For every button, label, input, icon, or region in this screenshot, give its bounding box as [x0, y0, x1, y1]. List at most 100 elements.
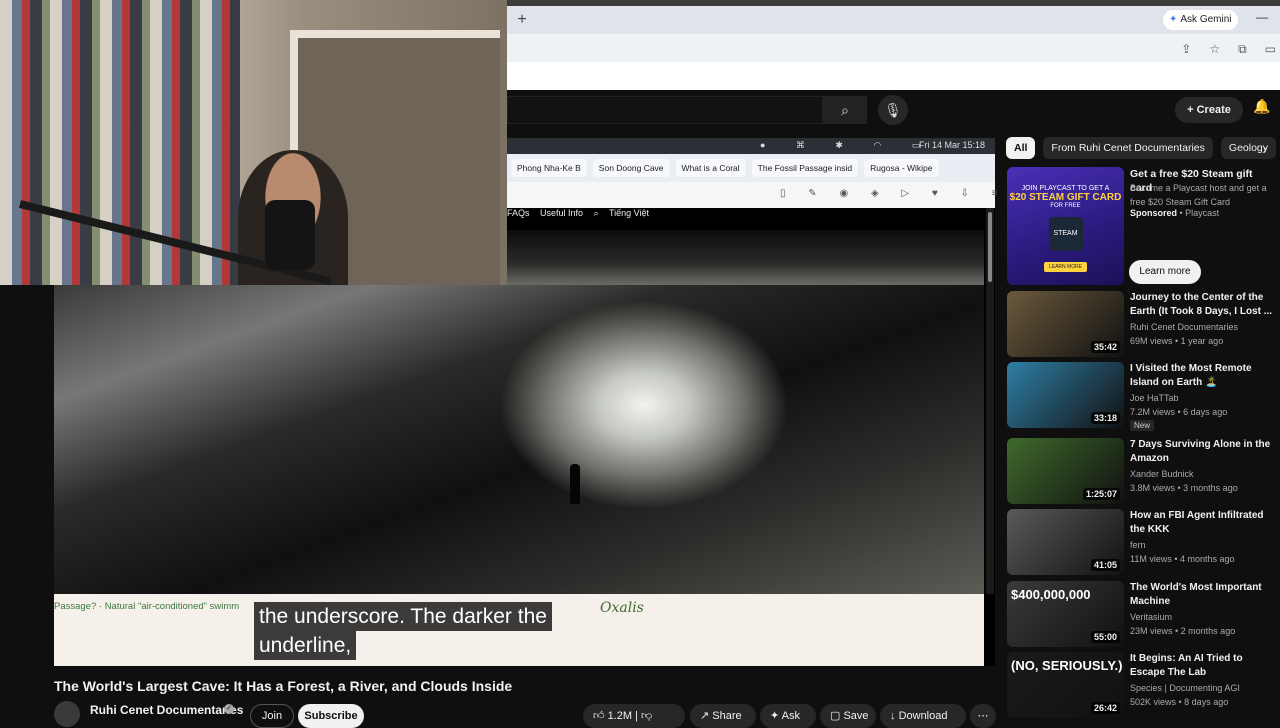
recommendation-title[interactable]: The World's Most Important Machine	[1130, 581, 1275, 609]
video-thumbnail[interactable]: 35:42	[1007, 291, 1124, 357]
oxalis-logo: Oxalis	[600, 600, 644, 616]
video-thumbnail[interactable]: 1:25:07	[1007, 438, 1124, 504]
steam-logo: STEAM	[1048, 217, 1083, 251]
recorded-tab: What is a Coral	[675, 159, 746, 177]
subscribe-button[interactable]: Subscribe	[298, 704, 364, 728]
recorded-nav-link: Tiếng Việt	[608, 208, 649, 218]
search-input[interactable]	[507, 96, 823, 124]
chip-geology[interactable]: Geology	[1220, 137, 1277, 159]
learn-more-button[interactable]: Learn more	[1129, 260, 1201, 284]
recorded-tab: The Fossil Passage insid	[751, 159, 859, 177]
bookmarks-bar	[507, 62, 1280, 90]
webcam-overlay	[0, 0, 507, 285]
person-silhouette	[570, 464, 580, 504]
side-panel-icon[interactable]: ▭	[1265, 42, 1276, 57]
create-label: Create	[1196, 104, 1231, 116]
recorded-nav-link: FAQs	[507, 208, 530, 218]
recommendation-meta: 11M views • 4 months ago	[1130, 554, 1235, 564]
video-captions: the underscore. The darker the underline…	[254, 602, 584, 660]
like-dislike-button[interactable]: 👍︎ 1.2M | 👎︎	[583, 704, 685, 728]
clothes-rack	[0, 0, 240, 285]
channel-avatar[interactable]	[54, 701, 80, 727]
extensions-icon[interactable]: ⧉	[1238, 42, 1247, 57]
caption-line: underline,	[254, 631, 357, 660]
thumbnail-text: $400,000,000	[1011, 587, 1091, 602]
channel-name[interactable]: Ruhi Cenet Documentaries	[90, 703, 243, 717]
video-thumbnail[interactable]: $400,000,000 55:00	[1007, 581, 1124, 647]
ad-thumb-text: FOR FREE	[1050, 203, 1081, 209]
thumbs-up-icon: 👍︎	[593, 710, 608, 722]
video-duration: 41:05	[1090, 559, 1120, 571]
ad-thumbnail[interactable]: JOIN PLAYCAST TO GET A $20 STEAM GIFT CA…	[1007, 167, 1124, 285]
recommendation-channel[interactable]: Species | Documenting AGI	[1130, 681, 1240, 695]
sponsored-label: Sponsored	[1130, 208, 1178, 218]
sparkle-icon: ✦	[1169, 14, 1178, 25]
video-duration: 26:42	[1090, 702, 1120, 714]
thumbnail-text: (NO, SERIOUSLY.)	[1011, 658, 1123, 673]
ask-button[interactable]: ✦ Ask	[760, 704, 816, 728]
join-button[interactable]: Join	[250, 704, 294, 728]
address-bar-actions: ⇪ ☆ ⧉ ▭	[1181, 42, 1276, 57]
recorded-nav-link: Useful Info	[540, 208, 584, 218]
verified-icon: ✓	[224, 704, 234, 714]
recommendation-title[interactable]: 7 Days Surviving Alone in the Amazon	[1130, 438, 1275, 466]
recommendation-channel[interactable]: Veritasium	[1130, 610, 1172, 624]
ask-gemini-button[interactable]: ✦ Ask Gemini	[1163, 10, 1238, 30]
video-title: The World's Largest Cave: It Has a Fores…	[54, 678, 513, 694]
chevron-right-icon[interactable]: ›	[1263, 142, 1267, 156]
ad-thumb-cta: LEARN MORE	[1043, 262, 1088, 272]
recommendation-title[interactable]: It Begins: An AI Tried to Escape The Lab	[1130, 652, 1275, 680]
minimize-button[interactable]: —	[1256, 10, 1268, 24]
ad-sponsored-line: Sponsored • Playcast	[1130, 208, 1220, 218]
new-tab-button[interactable]: +	[512, 10, 532, 30]
download-icon: ↓	[890, 710, 899, 722]
save-button[interactable]: ▢ Save	[820, 704, 876, 728]
download-button[interactable]: ↓ Download	[880, 704, 966, 728]
video-duration: 33:18	[1090, 412, 1120, 424]
recommendation-title[interactable]: I Visited the Most Remote Island on Eart…	[1130, 362, 1275, 390]
create-button[interactable]: + Create	[1175, 97, 1243, 123]
recorded-search-icon: ⌕	[593, 208, 599, 218]
address-bar[interactable]	[507, 34, 1280, 62]
install-icon[interactable]: ⇪	[1181, 42, 1191, 57]
recommendation-title[interactable]: Journey to the Center of the Earth (It T…	[1130, 291, 1275, 319]
sparkle-icon: ✦	[770, 710, 782, 722]
chip-from-channel[interactable]: From Ruhi Cenet Documentaries	[1043, 137, 1213, 159]
download-label: Download	[898, 710, 948, 722]
recommendation-meta: 502K views • 8 days ago	[1130, 697, 1229, 707]
share-button[interactable]: ↗ Share	[690, 704, 756, 728]
recorded-site-nav: FAQs Useful Info ⌕ Tiếng Việt	[507, 208, 987, 230]
recommendation-channel[interactable]: Xander Budnick	[1130, 467, 1194, 481]
video-thumbnail[interactable]: 33:18	[1007, 362, 1124, 428]
chip-all[interactable]: All	[1006, 137, 1036, 159]
recommendation-meta: 23M views • 2 months ago	[1130, 626, 1236, 636]
search-icon[interactable]: ⌕	[823, 96, 867, 124]
video-duration: 1:25:07	[1082, 488, 1120, 500]
like-count: 1.2M	[607, 710, 633, 722]
menubar-clock: Fri 14 Mar 15:18	[918, 140, 985, 150]
microphone-icon[interactable]: 🎙	[878, 95, 908, 125]
ad-thumb-text: JOIN PLAYCAST TO GET A	[1021, 185, 1110, 192]
recorded-browser-tabs: Phong Nha-Ke B Son Doong Cave What is a …	[507, 154, 995, 182]
filter-chips: All From Ruhi Cenet Documentaries Geolog…	[1006, 137, 1277, 159]
video-thumbnail[interactable]: 41:05	[1007, 509, 1124, 575]
ask-label: Ask	[781, 710, 801, 722]
notifications-bell-icon[interactable]: 🔔	[1253, 98, 1270, 115]
thumbs-down-icon[interactable]: | 👎︎	[632, 710, 652, 722]
streamer-microphone	[265, 200, 315, 270]
recommendation-channel[interactable]: Joe HaTTab	[1130, 391, 1179, 405]
bookmark-star-icon[interactable]: ☆	[1209, 42, 1220, 57]
cave-image-top	[507, 230, 984, 285]
recommendation-channel[interactable]: fern	[1130, 538, 1146, 552]
recorded-footer-links: Passage? · Natural "air-conditioned" swi…	[54, 601, 240, 612]
recommendation-title[interactable]: How an FBI Agent Infiltrated the KKK	[1130, 509, 1275, 537]
share-label: Share	[712, 710, 742, 722]
recorded-scrollbar	[986, 208, 994, 594]
recorded-mac-menubar: ● ⌘ ✱ ◠ ▭ Fri 14 Mar 15:18	[507, 138, 995, 154]
more-actions-icon[interactable]: ⋯	[970, 704, 996, 728]
bookmark-icon: ▢	[830, 710, 844, 722]
recommendation-channel[interactable]: Ruhi Cenet Documentaries	[1130, 320, 1238, 334]
video-thumbnail[interactable]: (NO, SERIOUSLY.) 26:42	[1007, 652, 1124, 718]
recorded-tab: Phong Nha-Ke B	[511, 159, 587, 177]
recommendation-meta: 7.2M views • 6 days ago	[1130, 407, 1228, 417]
